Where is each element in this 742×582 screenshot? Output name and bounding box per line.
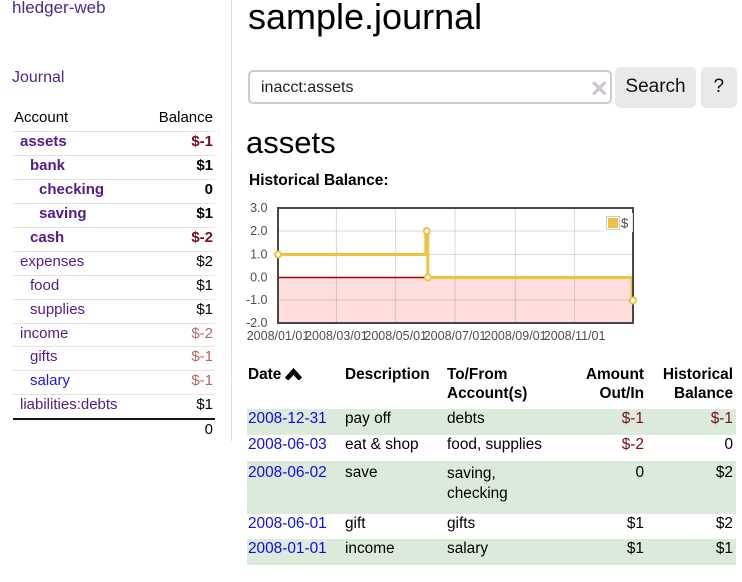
svg-text:0.0: 0.0 bbox=[250, 271, 267, 285]
svg-text:$: $ bbox=[621, 216, 629, 231]
svg-text:2008/07/01: 2008/07/01 bbox=[424, 329, 487, 343]
svg-text:3.0: 3.0 bbox=[250, 201, 267, 215]
svg-text:2.0: 2.0 bbox=[250, 224, 267, 238]
svg-text:1.0: 1.0 bbox=[250, 248, 267, 262]
svg-text:2008/09/01: 2008/09/01 bbox=[484, 329, 547, 343]
svg-text:-1.0: -1.0 bbox=[246, 293, 268, 307]
svg-text:2008/01/01: 2008/01/01 bbox=[247, 329, 310, 343]
svg-text:2008/11/01: 2008/11/01 bbox=[544, 329, 606, 343]
svg-text:-2.0: -2.0 bbox=[246, 316, 268, 330]
svg-text:2008/05/01: 2008/05/01 bbox=[364, 329, 427, 343]
svg-text:2008/03/01: 2008/03/01 bbox=[305, 329, 368, 343]
